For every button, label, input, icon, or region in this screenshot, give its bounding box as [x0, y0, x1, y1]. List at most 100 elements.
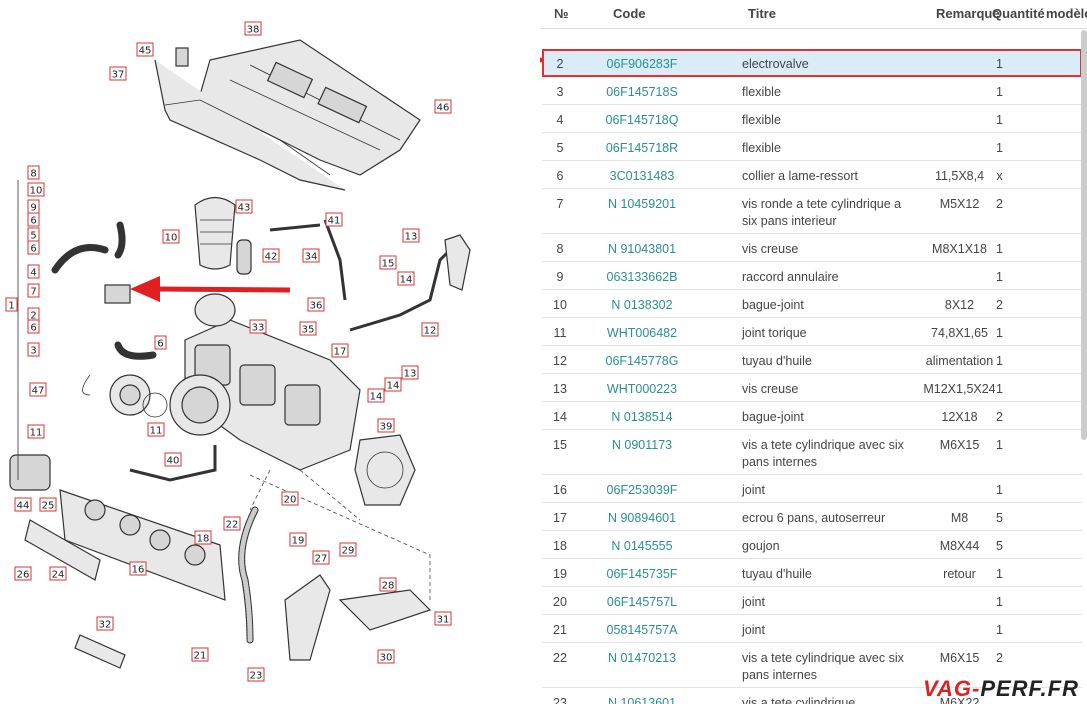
part-code-link[interactable]: 06F253039F: [582, 482, 702, 499]
column-remark[interactable]: Remarque: [936, 6, 1000, 21]
part-code-link[interactable]: N 0138514: [582, 409, 702, 426]
part-label[interactable]: 35: [302, 325, 315, 336]
part-label[interactable]: 33: [252, 323, 265, 334]
part-code-link[interactable]: N 0138302: [582, 297, 702, 314]
part-label[interactable]: 44: [17, 501, 30, 512]
part-label[interactable]: 5: [30, 231, 36, 242]
table-row[interactable]: 2 06F906283F electrovalve 1: [542, 49, 1082, 77]
part-label[interactable]: 22: [226, 520, 239, 531]
part-label[interactable]: 31: [437, 615, 450, 626]
table-row[interactable]: 4 06F145718Q flexible 1: [542, 105, 1082, 133]
table-row[interactable]: 16 06F253039F joint 1: [542, 475, 1082, 503]
part-label[interactable]: 13: [404, 369, 417, 380]
table-row[interactable]: 6 3C0131483 collier a lame-ressort 11,5X8,4…: [542, 161, 1082, 189]
table-row[interactable]: 8 N 91043801 vis creuse M8X1X18 1: [542, 234, 1082, 262]
part-label[interactable]: 21: [194, 651, 207, 662]
column-code[interactable]: Code: [613, 6, 646, 21]
part-code-link[interactable]: 063133662B: [582, 269, 702, 286]
column-quantity[interactable]: Quantité: [992, 6, 1045, 21]
part-code-link[interactable]: N 90894601: [582, 510, 702, 527]
part-code-link[interactable]: 06F145757L: [582, 594, 702, 611]
table-row[interactable]: 17 N 90894601 ecrou 6 pans, autoserreur M8 5: [542, 503, 1082, 531]
part-label[interactable]: 43: [238, 203, 251, 214]
table-row[interactable]: 7 N 10459201 vis ronde a tete cylindrique …: [542, 189, 1082, 234]
part-label[interactable]: 14: [370, 392, 383, 403]
part-code-link[interactable]: N 01470213: [582, 650, 702, 667]
table-row[interactable]: 20 06F145757L joint 1: [542, 587, 1082, 615]
part-label[interactable]: 47: [32, 386, 45, 397]
part-code-link[interactable]: 06F906283F: [582, 56, 702, 73]
part-label[interactable]: 1: [8, 301, 14, 312]
table-row[interactable]: 19 06F145735F tuyau d'huile retour 1: [542, 559, 1082, 587]
part-label[interactable]: 41: [328, 216, 341, 227]
part-code-link[interactable]: N 10613601: [582, 695, 702, 704]
table-row[interactable]: 10 N 0138302 bague-joint 8X12 2: [542, 290, 1082, 318]
part-label[interactable]: 12: [424, 326, 437, 337]
scrollbar[interactable]: [1081, 30, 1087, 440]
part-label[interactable]: 28: [382, 581, 395, 592]
table-row[interactable]: 9 063133662B raccord annulaire 1: [542, 262, 1082, 290]
part-label[interactable]: 30: [380, 653, 393, 664]
part-label[interactable]: 32: [99, 620, 112, 631]
part-label[interactable]: 23: [250, 671, 263, 682]
part-label[interactable]: 37: [112, 70, 125, 81]
column-model[interactable]: modèle: [1046, 6, 1087, 21]
part-label[interactable]: 38: [247, 25, 260, 36]
part-label[interactable]: 6: [30, 244, 36, 255]
part-label[interactable]: 25: [42, 501, 55, 512]
part-label[interactable]: 17: [334, 347, 347, 358]
table-row[interactable]: 12 06F145778G tuyau d'huile alimentation 1: [542, 346, 1082, 374]
part-code-link[interactable]: 058145757A: [582, 622, 702, 639]
part-label[interactable]: 27: [315, 554, 328, 565]
part-label[interactable]: 20: [284, 495, 297, 506]
part-label[interactable]: 19: [292, 536, 305, 547]
part-label[interactable]: 4: [30, 268, 36, 279]
part-code-link[interactable]: WHT006482: [582, 325, 702, 342]
part-label[interactable]: 29: [342, 546, 355, 557]
part-label[interactable]: 13: [405, 232, 418, 243]
part-code-link[interactable]: 06F145718Q: [582, 112, 702, 129]
part-code-link[interactable]: 06F145718S: [582, 84, 702, 101]
table-row[interactable]: 5 06F145718R flexible 1: [542, 133, 1082, 161]
part-code-link[interactable]: 06F145735F: [582, 566, 702, 583]
part-label[interactable]: 11: [30, 428, 43, 439]
part-code-link[interactable]: N 91043801: [582, 241, 702, 258]
part-label[interactable]: 40: [167, 456, 180, 467]
part-label[interactable]: 16: [132, 565, 145, 576]
part-label[interactable]: 42: [265, 252, 278, 263]
part-code-link[interactable]: WHT000223: [582, 381, 702, 398]
part-code-link[interactable]: 3C0131483: [582, 168, 702, 185]
part-label[interactable]: 10: [165, 233, 178, 244]
part-label[interactable]: 15: [382, 259, 395, 270]
table-row[interactable]: 18 N 0145555 goujon M8X44 5: [542, 531, 1082, 559]
column-number[interactable]: №: [554, 6, 569, 21]
part-label[interactable]: 14: [387, 381, 400, 392]
table-row[interactable]: 13 WHT000223 vis creuse M12X1,5X24 1: [542, 374, 1082, 402]
part-label[interactable]: 36: [310, 301, 323, 312]
part-label[interactable]: 39: [380, 422, 393, 433]
table-row[interactable]: 14 N 0138514 bague-joint 12X18 2: [542, 402, 1082, 430]
part-label[interactable]: 26: [17, 570, 30, 581]
part-label[interactable]: 3: [30, 346, 36, 357]
table-row[interactable]: 11 WHT006482 joint torique 74,8X1,65 1: [542, 318, 1082, 346]
part-label[interactable]: 34: [305, 252, 318, 263]
part-label[interactable]: 7: [30, 287, 36, 298]
part-label[interactable]: 24: [52, 570, 65, 581]
part-label[interactable]: 45: [139, 46, 152, 57]
table-row[interactable]: 21 058145757A joint 1: [542, 615, 1082, 643]
part-label[interactable]: 6: [157, 339, 163, 350]
part-label[interactable]: 18: [197, 534, 210, 545]
part-label[interactable]: 11: [150, 426, 163, 437]
part-label[interactable]: 46: [437, 103, 450, 114]
part-code-link[interactable]: N 10459201: [582, 196, 702, 213]
part-label[interactable]: 10: [30, 186, 43, 197]
part-label[interactable]: 14: [400, 275, 413, 286]
part-label[interactable]: 6: [30, 216, 36, 227]
part-label[interactable]: 9: [30, 203, 36, 214]
table-row[interactable]: 15 N 0901173 vis a tete cylindrique avec s…: [542, 430, 1082, 475]
table-row[interactable]: 3 06F145718S flexible 1: [542, 77, 1082, 105]
part-code-link[interactable]: 06F145778G: [582, 353, 702, 370]
part-label[interactable]: 6: [30, 323, 36, 334]
part-code-link[interactable]: N 0901173: [582, 437, 702, 454]
column-title[interactable]: Titre: [748, 6, 776, 21]
